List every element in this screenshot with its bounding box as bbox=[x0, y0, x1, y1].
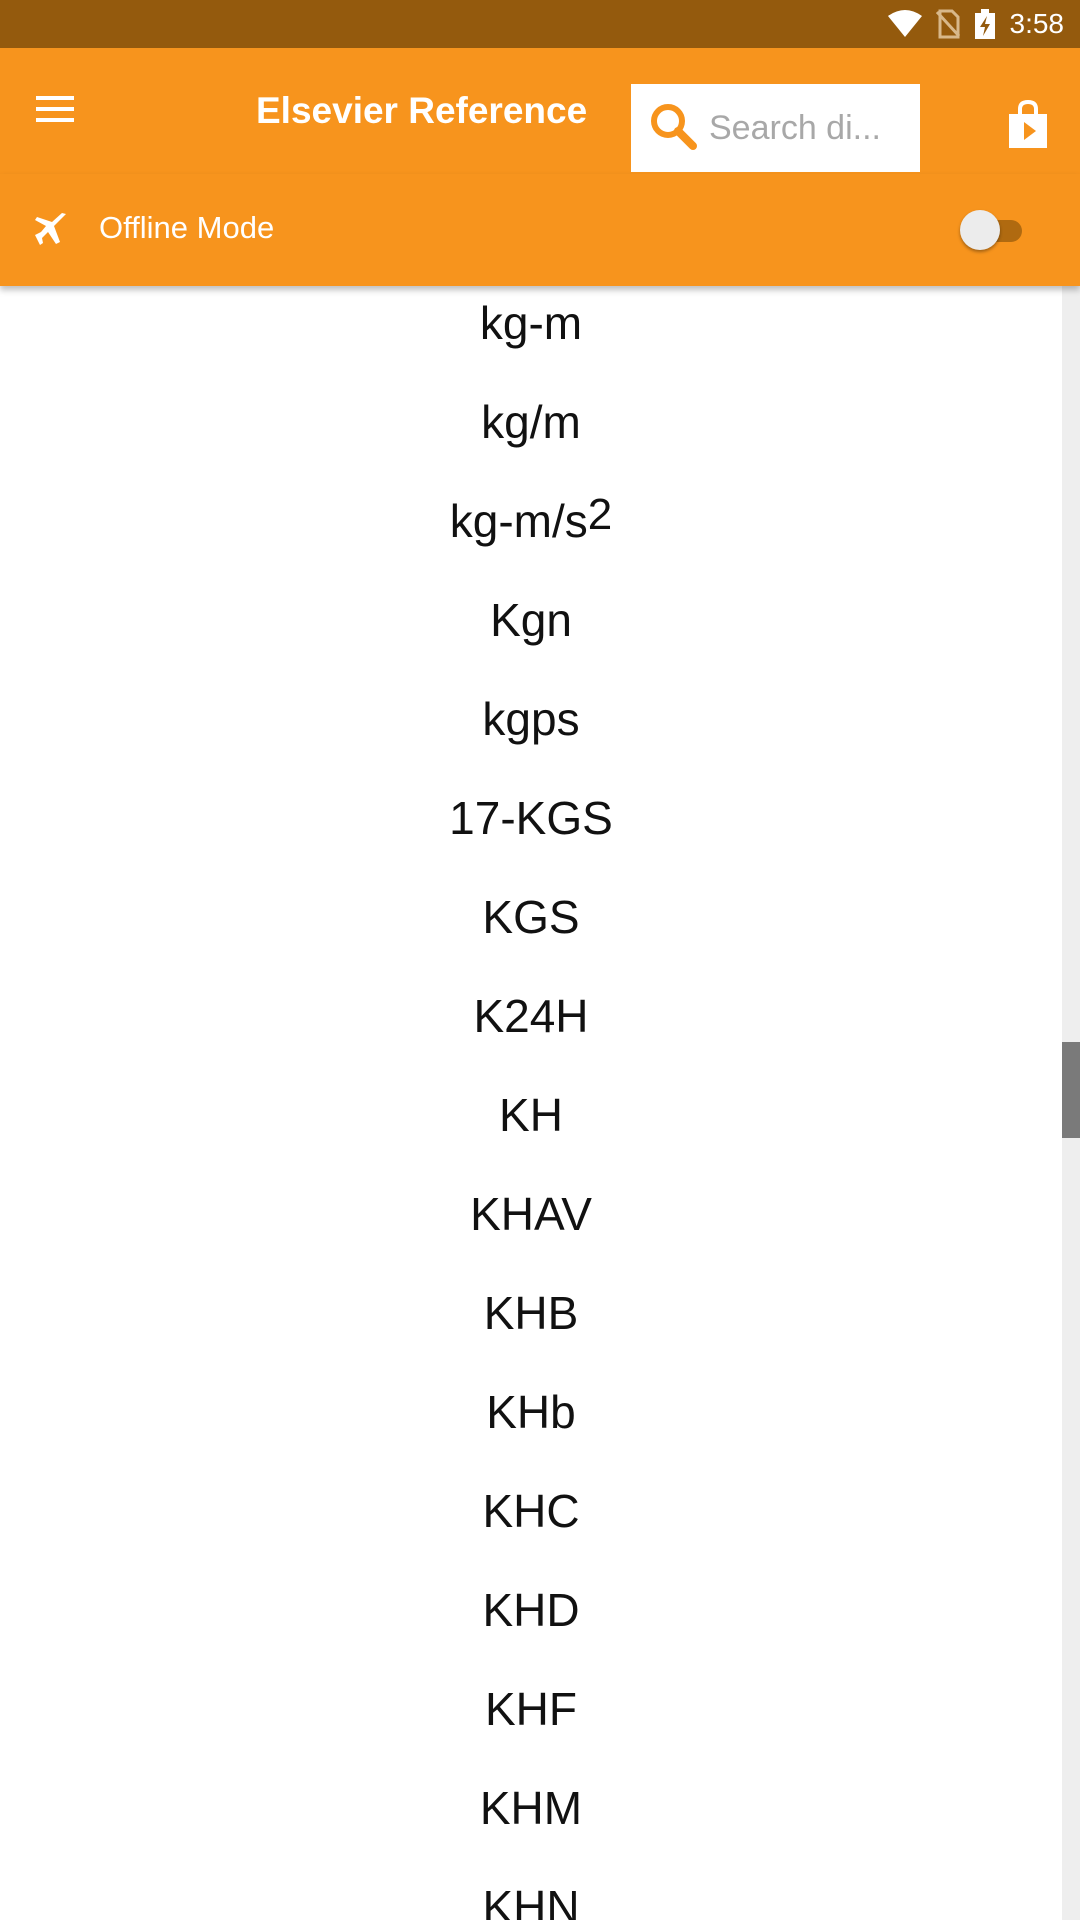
battery-charging-icon bbox=[974, 9, 996, 39]
store-button[interactable] bbox=[1008, 99, 1056, 156]
menu-button[interactable] bbox=[26, 84, 86, 138]
offline-mode-toggle[interactable] bbox=[960, 210, 1026, 250]
list-item[interactable]: KHN bbox=[0, 1857, 1062, 1920]
list-item[interactable]: kgps bbox=[0, 669, 1062, 768]
list-item[interactable]: KHB bbox=[0, 1263, 1062, 1362]
abbreviation-list[interactable]: kg-m kg/m kg-m/s 2 Kgn kgps 17-KGS KGS K2… bbox=[0, 286, 1062, 1920]
list-item[interactable]: 17-KGS bbox=[0, 768, 1062, 867]
list-item[interactable]: K24H bbox=[0, 966, 1062, 1065]
no-sim-icon bbox=[935, 9, 960, 39]
app-title: Elsevier Reference bbox=[256, 90, 588, 131]
list-item[interactable]: KHAV bbox=[0, 1164, 1062, 1263]
airplane-icon bbox=[34, 212, 68, 246]
offline-mode-bar: Offline Mode bbox=[0, 174, 1080, 286]
search-input[interactable] bbox=[707, 107, 907, 149]
list-item[interactable]: kg-m/s 2 bbox=[0, 471, 1062, 570]
list-item[interactable]: KHF bbox=[0, 1659, 1062, 1758]
list-item[interactable]: KHM bbox=[0, 1758, 1062, 1857]
search-box[interactable] bbox=[631, 84, 920, 172]
wifi-icon bbox=[887, 10, 922, 38]
status-bar: 3:58 bbox=[0, 0, 1080, 48]
shopping-bag-play-icon bbox=[1008, 99, 1048, 154]
hamburger-menu-icon bbox=[36, 94, 76, 129]
toggle-thumb bbox=[960, 210, 1000, 250]
list-item[interactable]: KHb bbox=[0, 1362, 1062, 1461]
list-item[interactable]: kg-m bbox=[0, 286, 1062, 372]
list-item[interactable]: kg/m bbox=[0, 372, 1062, 471]
scrollbar-thumb[interactable] bbox=[1062, 1042, 1080, 1138]
list-item[interactable]: KHD bbox=[0, 1560, 1062, 1659]
offline-mode-label: Offline Mode bbox=[99, 210, 275, 245]
list-item[interactable]: KH bbox=[0, 1065, 1062, 1164]
list-item[interactable]: KGS bbox=[0, 867, 1062, 966]
search-icon bbox=[649, 102, 697, 155]
app-bar: Elsevier Reference bbox=[0, 48, 1080, 174]
list-item[interactable]: KHC bbox=[0, 1461, 1062, 1560]
status-time: 3:58 bbox=[1009, 8, 1065, 39]
list-item[interactable]: Kgn bbox=[0, 570, 1062, 669]
